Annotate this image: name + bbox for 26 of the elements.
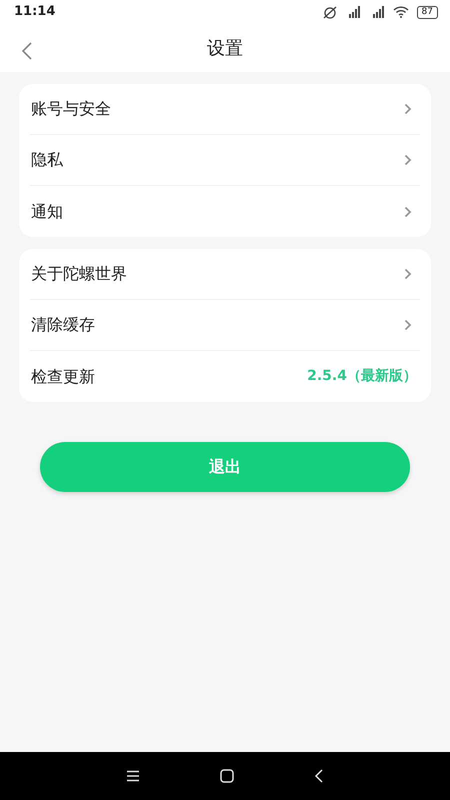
settings-row[interactable]: 账号与安全 bbox=[30, 84, 420, 135]
settings-row[interactable]: 检查更新 2.5.4（最新版） bbox=[30, 351, 420, 402]
home-icon[interactable] bbox=[220, 769, 234, 783]
row-label: 通知 bbox=[31, 200, 63, 222]
row-label: 清除缓存 bbox=[31, 314, 95, 336]
version-text: 2.5.4（最新版） bbox=[307, 366, 417, 386]
settings-row[interactable]: 通知 bbox=[30, 186, 420, 237]
back-icon bbox=[21, 40, 33, 61]
settings-row[interactable]: 隐私 bbox=[30, 135, 420, 186]
row-label: 账号与安全 bbox=[31, 98, 111, 120]
chevron-icon bbox=[404, 268, 412, 280]
back-icon[interactable] bbox=[314, 769, 324, 783]
chevron-icon bbox=[404, 319, 412, 331]
wifi-icon bbox=[392, 6, 409, 18]
chevron-icon bbox=[404, 103, 412, 115]
status-time: 11:14 bbox=[14, 3, 56, 22]
row-label: 关于陀螺世界 bbox=[31, 263, 127, 285]
chevron-icon bbox=[404, 154, 412, 166]
row-label: 隐私 bbox=[31, 149, 63, 171]
settings-row[interactable]: 关于陀螺世界 bbox=[30, 249, 420, 300]
battery-icon: 87 bbox=[416, 6, 438, 18]
settings-row[interactable]: 清除缓存 bbox=[30, 300, 420, 351]
menu-icon[interactable] bbox=[126, 770, 140, 782]
page-title: 设置 bbox=[207, 36, 243, 60]
row-label: 检查更新 bbox=[31, 366, 95, 388]
chevron-icon bbox=[404, 206, 412, 218]
